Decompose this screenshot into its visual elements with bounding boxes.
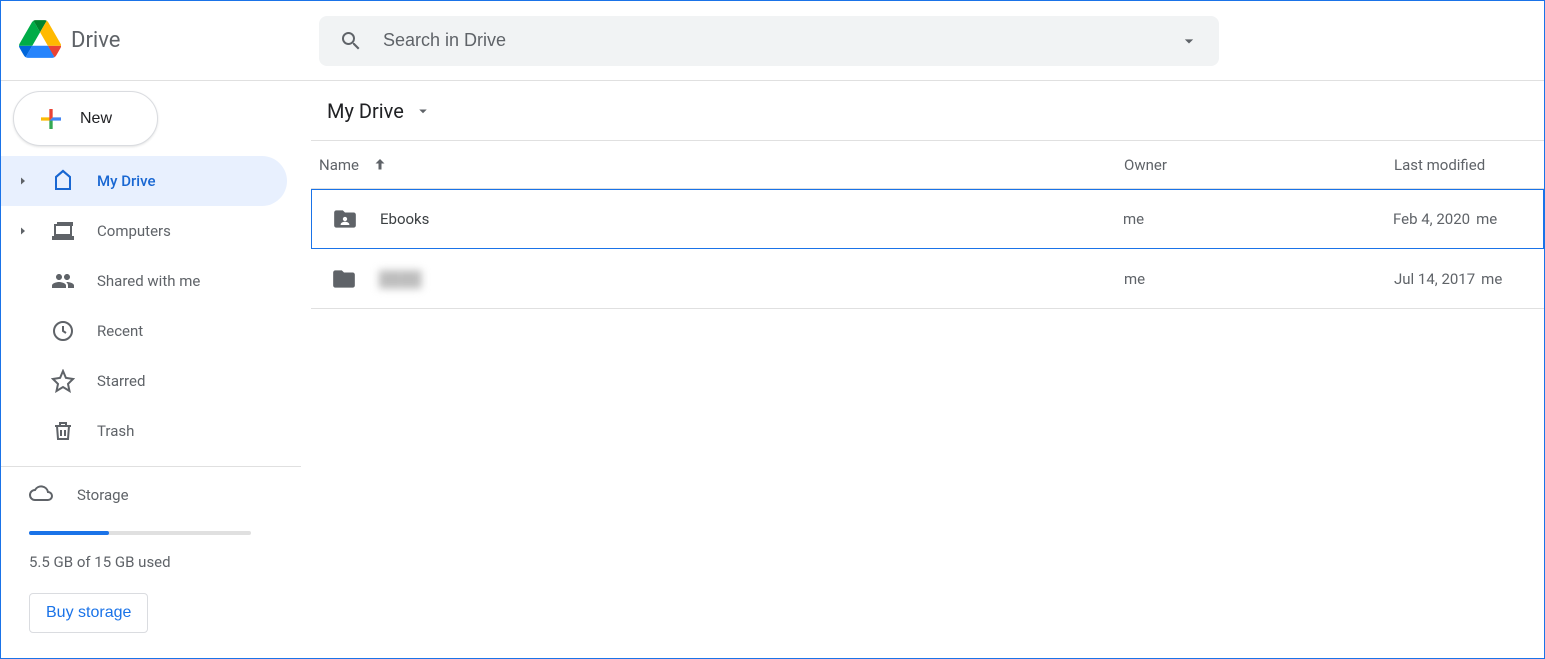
breadcrumb-current: My Drive xyxy=(327,99,404,123)
file-table: Name Owner Last modified Ebooks me xyxy=(311,141,1544,309)
plus-icon xyxy=(36,104,66,134)
table-row[interactable]: ████ me Jul 14, 2017 me xyxy=(311,249,1544,309)
sidebar-item-storage[interactable]: Storage xyxy=(29,481,251,509)
column-header-owner[interactable]: Owner xyxy=(1124,156,1394,174)
recent-icon xyxy=(51,319,75,343)
storage-section: Storage 5.5 GB of 15 GB used Buy storage xyxy=(1,481,301,633)
sidebar-item-starred[interactable]: Starred xyxy=(1,356,287,406)
storage-usage-text: 5.5 GB of 15 GB used xyxy=(29,553,251,571)
sidebar-item-computers[interactable]: Computers xyxy=(1,206,287,256)
folder-icon xyxy=(331,266,357,292)
file-modified: Feb 4, 2020 me xyxy=(1393,210,1543,228)
buy-storage-button[interactable]: Buy storage xyxy=(29,593,148,633)
search-icon xyxy=(339,29,363,53)
app-name: Drive xyxy=(71,28,120,53)
breadcrumb-dropdown-icon[interactable] xyxy=(414,102,432,120)
sidebar-item-label: Recent xyxy=(97,322,143,340)
new-button-label: New xyxy=(80,110,112,128)
sort-ascending-icon[interactable] xyxy=(371,156,389,174)
expand-icon[interactable] xyxy=(17,175,29,187)
table-header: Name Owner Last modified xyxy=(311,141,1544,189)
search-options-icon[interactable] xyxy=(1179,31,1199,51)
shared-icon xyxy=(51,269,75,293)
expand-icon[interactable] xyxy=(17,225,29,237)
storage-progress-fill xyxy=(29,531,109,535)
cloud-icon xyxy=(29,481,53,509)
sidebar-item-recent[interactable]: Recent xyxy=(1,306,287,356)
sidebar: New My Drive Computers Shar xyxy=(1,81,301,658)
search-input[interactable] xyxy=(383,30,1179,51)
breadcrumb[interactable]: My Drive xyxy=(311,81,1544,141)
storage-label: Storage xyxy=(77,486,129,504)
my-drive-icon xyxy=(51,169,75,193)
sidebar-item-label: Trash xyxy=(97,422,134,440)
trash-icon xyxy=(51,419,75,443)
file-owner: me xyxy=(1124,270,1394,288)
sidebar-item-trash[interactable]: Trash xyxy=(1,406,287,456)
star-icon xyxy=(51,369,75,393)
app-header: Drive xyxy=(1,1,1544,81)
column-header-name[interactable]: Name xyxy=(319,156,1124,174)
file-name-redacted: ████ xyxy=(379,270,422,288)
drive-logo-icon xyxy=(19,18,61,64)
sidebar-item-shared[interactable]: Shared with me xyxy=(1,256,287,306)
main-content: My Drive Name Owner Last modified xyxy=(301,81,1544,658)
sidebar-item-my-drive[interactable]: My Drive xyxy=(1,156,287,206)
sidebar-item-label: Computers xyxy=(97,222,171,240)
divider xyxy=(1,466,301,467)
sidebar-item-label: My Drive xyxy=(97,172,156,190)
shared-folder-icon xyxy=(332,206,358,232)
file-modified: Jul 14, 2017 me xyxy=(1394,270,1544,288)
file-name: Ebooks xyxy=(380,210,429,228)
sidebar-item-label: Starred xyxy=(97,372,145,390)
table-row[interactable]: Ebooks me Feb 4, 2020 me xyxy=(311,189,1544,249)
logo-area[interactable]: Drive xyxy=(19,18,319,64)
file-owner: me xyxy=(1123,210,1393,228)
search-bar[interactable] xyxy=(319,16,1219,66)
column-header-modified[interactable]: Last modified xyxy=(1394,156,1544,174)
storage-progress xyxy=(29,531,251,535)
computers-icon xyxy=(51,219,75,243)
column-label: Name xyxy=(319,156,359,174)
column-label: Owner xyxy=(1124,156,1167,174)
new-button[interactable]: New xyxy=(13,91,158,146)
column-label: Last modified xyxy=(1394,156,1485,174)
sidebar-item-label: Shared with me xyxy=(97,272,200,290)
